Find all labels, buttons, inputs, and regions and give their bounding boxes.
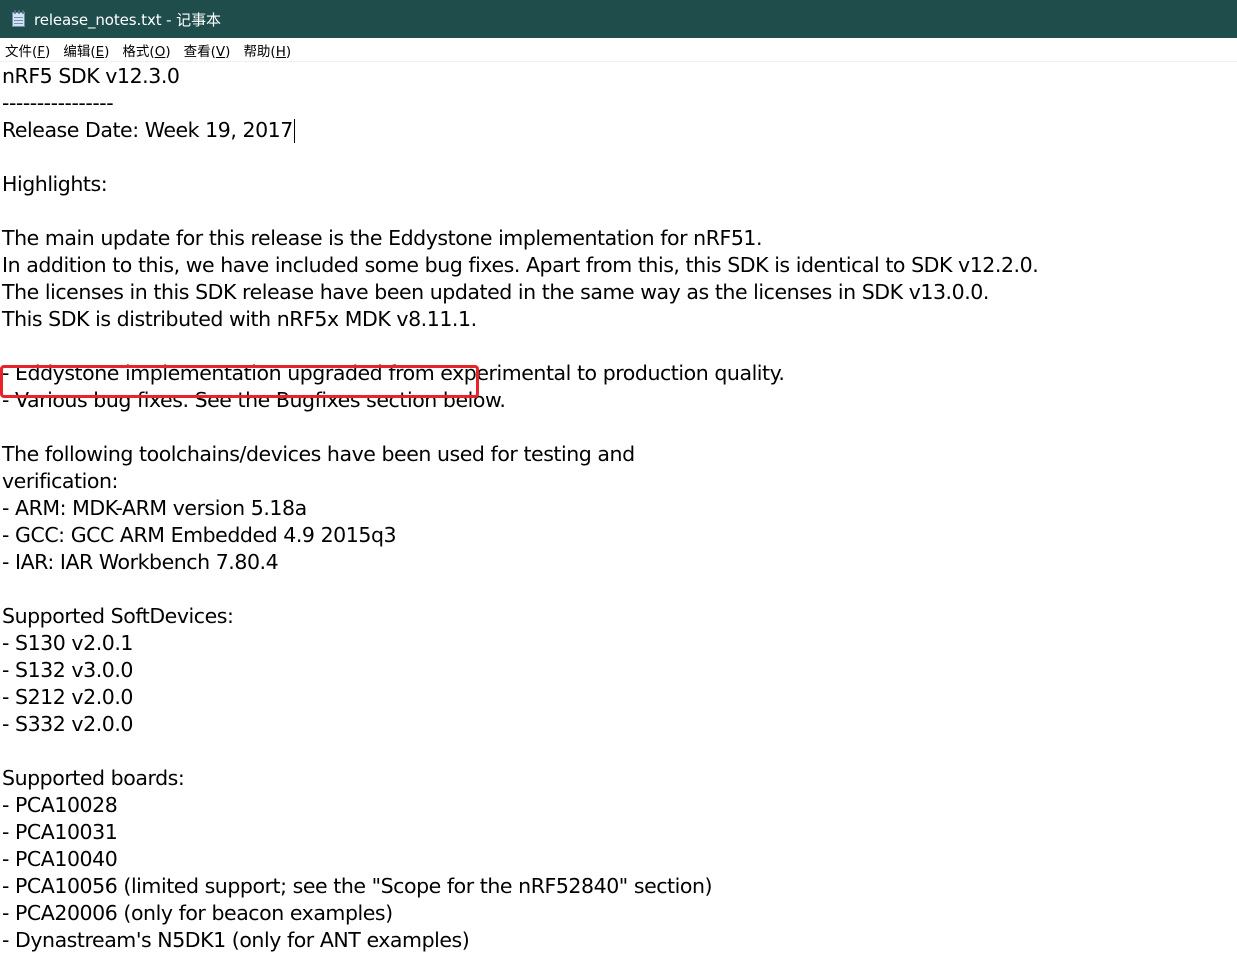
text-line: verification: [2,469,118,493]
menu-edit[interactable]: 编辑(E) [63,40,109,60]
text-editor-area[interactable]: nRF5 SDK v12.3.0 ---------------- Releas… [0,63,1237,971]
text-line: - Various bug fixes. See the Bugfixes se… [2,388,506,412]
text-line: - GCC: GCC ARM Embedded 4.9 2015q3 [2,523,397,547]
text-line: - ARM: MDK-ARM version 5.18a [2,496,307,520]
text-line: Supported boards: [2,766,185,790]
menu-help[interactable]: 帮助(H) [243,40,291,60]
menu-format[interactable]: 格式(O) [122,40,170,60]
text-line: - Dynastream's N5DK1 (only for ANT examp… [2,928,470,952]
release-date-text: Release Date: Week 19, 2017 [2,118,293,142]
text-line: In addition to this, we have included so… [2,253,1039,277]
menu-file[interactable]: 文件(F) [5,40,50,60]
text-line: The following toolchains/devices have be… [2,442,635,466]
title-bar[interactable]: release_notes.txt - 记事本 [0,0,1237,38]
text-line: The licenses in this SDK release have be… [2,280,989,304]
text-cursor [293,119,295,143]
text-line: ---------------- [2,91,114,115]
text-line: - S332 v2.0.0 [2,712,134,736]
text-line [2,333,1237,360]
text-line-highlighted: This SDK is distributed with nRF5x MDK v… [2,307,477,331]
text-line [2,576,1237,603]
text-line [2,144,1237,171]
text-line: - PCA10031 [2,820,118,844]
text-line: - Eddystone implementation upgraded from… [2,361,785,385]
text-line: nRF5 SDK v12.3.0 [2,64,180,88]
text-line [2,198,1237,225]
menu-view[interactable]: 查看(V) [184,40,231,60]
notepad-window: release_notes.txt - 记事本 文件(F) 编辑(E) 格式(O… [0,0,1237,971]
text-line: - PCA10056 (limited support; see the "Sc… [2,874,713,898]
text-line: Supported SoftDevices: [2,604,234,628]
text-line: Release Date: Week 19, 2017 [2,117,1237,144]
text-line: - S130 v2.0.1 [2,631,134,655]
text-line [2,738,1237,765]
text-line: - PCA10028 [2,793,118,817]
text-line: - PCA20006 (only for beacon examples) [2,901,393,925]
text-line: - S212 v2.0.0 [2,685,134,709]
text-line: - S132 v3.0.0 [2,658,134,682]
text-line [2,414,1237,441]
notepad-icon [10,10,27,28]
text-line: - PCA10040 [2,847,118,871]
menu-bar: 文件(F) 编辑(E) 格式(O) 查看(V) 帮助(H) [0,38,1237,62]
text-line: The main update for this release is the … [2,226,763,250]
window-title: release_notes.txt - 记事本 [34,10,221,29]
text-line: - IAR: IAR Workbench 7.80.4 [2,550,279,574]
text-line: Highlights: [2,172,108,196]
